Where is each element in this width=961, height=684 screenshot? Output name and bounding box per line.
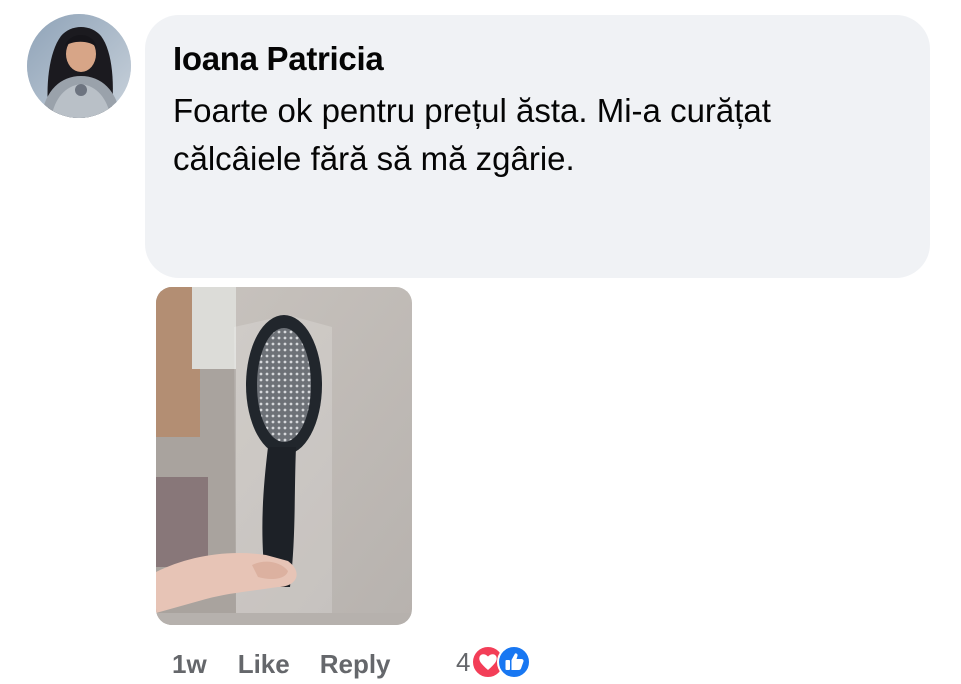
comment-text: Foarte ok pentru prețul ăsta. Mi-a curăț… [173,92,771,177]
reaction-summary[interactable]: 4 [456,643,532,681]
user-avatar-photo [27,14,131,118]
comment-photo[interactable] [156,287,412,625]
like-button[interactable]: Like [238,649,290,680]
comment-actions: 1w Like Reply [172,644,391,684]
reaction-count: 4 [456,646,471,677]
foot-file-photo [156,287,412,625]
like-reaction-icon [497,645,532,679]
avatar[interactable] [27,14,131,118]
comment-author[interactable]: Ioana Patricia [173,39,902,79]
reply-button[interactable]: Reply [320,649,391,680]
comment-timestamp[interactable]: 1w [172,649,207,680]
comment-bubble: Ioana Patricia Foarte ok pentru prețul ă… [145,15,930,278]
